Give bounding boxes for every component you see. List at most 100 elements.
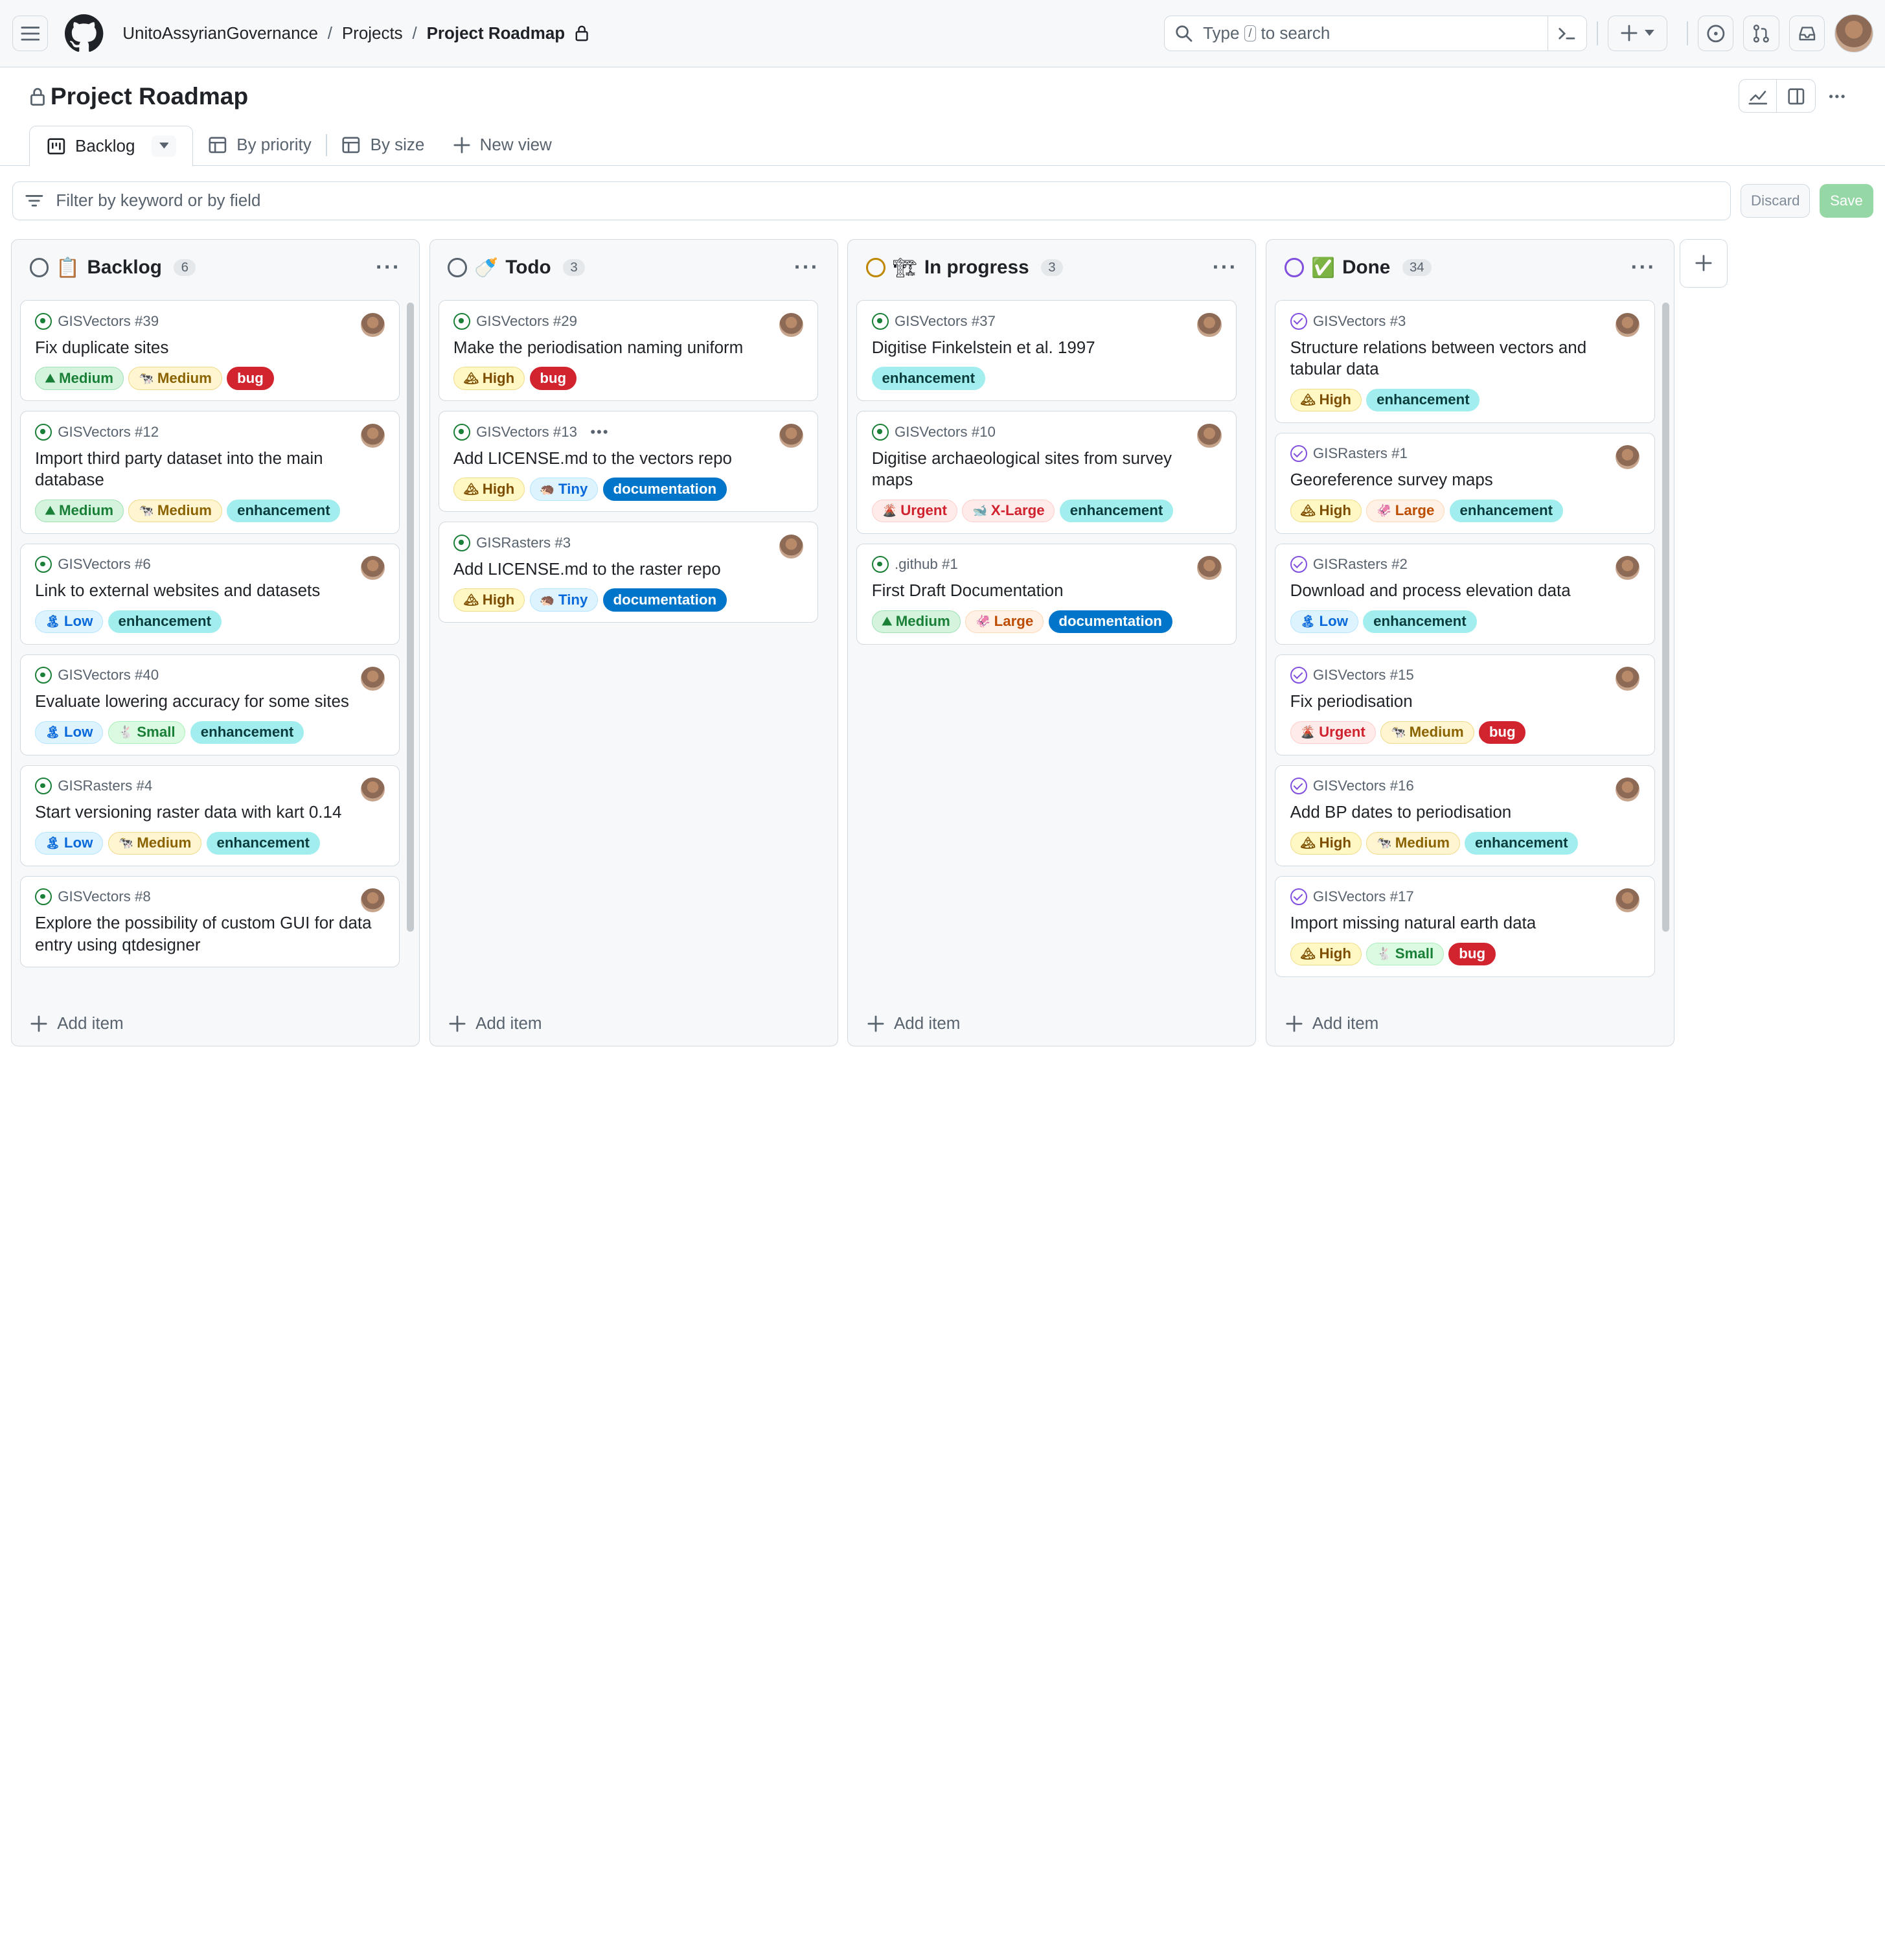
label-large[interactable]: 🦑 Large bbox=[965, 610, 1044, 633]
add-item-button[interactable]: Add item bbox=[30, 1013, 124, 1033]
breadcrumb-project[interactable]: Project Roadmap bbox=[427, 23, 566, 43]
label-medsize[interactable]: 🐄 Medium bbox=[1380, 721, 1474, 744]
inbox-button[interactable] bbox=[1788, 15, 1825, 52]
label-medsize[interactable]: 🐄 Medium bbox=[128, 367, 222, 390]
label-bug[interactable]: bug bbox=[529, 367, 577, 390]
issue-card[interactable]: GISVectors #37 Digitise Finkelstein et al… bbox=[856, 300, 1237, 402]
issues-button[interactable] bbox=[1697, 15, 1734, 52]
label-medsize[interactable]: 🐄 Medium bbox=[1366, 831, 1460, 855]
issue-card[interactable]: GISRasters #2 Download and process elevat… bbox=[1275, 543, 1655, 645]
label-high[interactable]: 🏔 High bbox=[453, 588, 525, 612]
card-title[interactable]: Import third party dataset into the main… bbox=[35, 448, 385, 491]
breadcrumb-org[interactable]: UnitoAssyrianGovernance bbox=[122, 23, 318, 43]
save-button[interactable]: Save bbox=[1820, 183, 1873, 218]
assignee-avatar[interactable] bbox=[779, 534, 803, 559]
label-high[interactable]: 🏔 High bbox=[1290, 831, 1362, 855]
assignee-avatar[interactable] bbox=[1197, 423, 1222, 448]
tab-by-size[interactable]: By size bbox=[327, 124, 439, 165]
column-scrollbar[interactable] bbox=[1662, 302, 1669, 932]
card-title[interactable]: Import missing natural earth data bbox=[1290, 912, 1640, 934]
assignee-avatar[interactable] bbox=[360, 423, 385, 448]
label-high[interactable]: 🏔 High bbox=[1290, 388, 1362, 411]
card-title[interactable]: Add LICENSE.md to the vectors repo bbox=[453, 448, 803, 469]
card-title[interactable]: Explore the possibility of custom GUI fo… bbox=[35, 912, 385, 956]
label-high[interactable]: 🏔 High bbox=[1290, 499, 1362, 522]
label-tiny[interactable]: 🦔 Tiny bbox=[529, 588, 599, 612]
label-medium[interactable]: ⛰ Medium bbox=[34, 367, 124, 390]
create-new-button[interactable] bbox=[1607, 15, 1668, 52]
card-title[interactable]: Fix duplicate sites bbox=[35, 337, 385, 358]
issue-card[interactable]: GISVectors #16 Add BP dates to periodisat… bbox=[1275, 765, 1655, 866]
issue-card[interactable]: .github #1 First Draft Documentation ⛰ Medi… bbox=[856, 543, 1237, 645]
assignee-avatar[interactable] bbox=[779, 312, 803, 337]
label-enh[interactable]: enhancement bbox=[108, 610, 222, 633]
tab-by-priority[interactable]: By priority bbox=[193, 124, 326, 165]
label-medium[interactable]: ⛰ Medium bbox=[34, 499, 124, 522]
assignee-avatar[interactable] bbox=[1616, 778, 1640, 802]
assignee-avatar[interactable] bbox=[1197, 556, 1222, 581]
issue-card[interactable]: GISVectors #29 Make the periodisation nam… bbox=[438, 300, 818, 402]
add-column-button[interactable] bbox=[1679, 239, 1728, 288]
add-item-button[interactable]: Add item bbox=[449, 1013, 542, 1033]
assignee-avatar[interactable] bbox=[779, 423, 803, 448]
column-more-icon[interactable]: ··· bbox=[376, 255, 401, 280]
card-title[interactable]: Start versioning raster data with kart 0… bbox=[35, 801, 385, 823]
label-bug[interactable]: bug bbox=[1448, 942, 1496, 965]
card-title[interactable]: Evaluate lowering accuracy for some site… bbox=[35, 691, 385, 712]
label-low[interactable]: 🏝 Low bbox=[34, 610, 104, 633]
project-more-button[interactable] bbox=[1818, 79, 1856, 113]
label-low[interactable]: 🏝 Low bbox=[34, 721, 104, 744]
column-more-icon[interactable]: ··· bbox=[1631, 255, 1656, 280]
pull-requests-button[interactable] bbox=[1743, 15, 1779, 52]
assignee-avatar[interactable] bbox=[360, 667, 385, 691]
label-high[interactable]: 🏔 High bbox=[1290, 942, 1362, 965]
assignee-avatar[interactable] bbox=[360, 312, 385, 337]
card-title[interactable]: Digitise Finkelstein et al. 1997 bbox=[872, 337, 1222, 358]
label-tiny[interactable]: 🦔 Tiny bbox=[529, 478, 599, 501]
label-doc[interactable]: documentation bbox=[602, 478, 727, 501]
label-enh[interactable]: enhancement bbox=[1363, 610, 1477, 633]
label-high[interactable]: 🏔 High bbox=[453, 478, 525, 501]
label-low[interactable]: 🏝 Low bbox=[34, 831, 104, 855]
breadcrumb-projects[interactable]: Projects bbox=[342, 23, 403, 43]
new-view-button[interactable]: New view bbox=[439, 124, 566, 165]
column-scrollbar[interactable] bbox=[407, 302, 415, 932]
label-small[interactable]: 🐇 Small bbox=[108, 721, 186, 744]
issue-card[interactable]: GISVectors #10 Digitise archaeological si… bbox=[856, 411, 1237, 534]
assignee-avatar[interactable] bbox=[360, 888, 385, 913]
label-urgent[interactable]: 🌋 Urgent bbox=[871, 499, 957, 522]
assignee-avatar[interactable] bbox=[1616, 312, 1640, 337]
label-doc[interactable]: documentation bbox=[1048, 610, 1172, 633]
issue-card[interactable]: GISVectors #17 Import missing natural ear… bbox=[1275, 875, 1655, 977]
card-title[interactable]: Georeference survey maps bbox=[1290, 469, 1640, 490]
assignee-avatar[interactable] bbox=[360, 778, 385, 802]
issue-card[interactable]: GISVectors #3 Structure relations between… bbox=[1275, 300, 1655, 423]
assignee-avatar[interactable] bbox=[1616, 556, 1640, 581]
insights-button[interactable] bbox=[1738, 79, 1777, 113]
label-enh[interactable]: enhancement bbox=[871, 367, 985, 390]
issue-card[interactable]: GISVectors #6 Link to external websites a… bbox=[19, 543, 400, 645]
command-palette-button[interactable] bbox=[1547, 15, 1577, 52]
issue-card[interactable]: GISRasters #1 Georeference survey maps 🏔 Hi… bbox=[1275, 432, 1655, 534]
label-enh[interactable]: enhancement bbox=[1059, 499, 1174, 522]
issue-card[interactable]: GISVectors #8 Explore the possibility of … bbox=[19, 875, 400, 967]
search-input[interactable]: Type / to search bbox=[1163, 15, 1588, 52]
label-enh[interactable]: enhancement bbox=[206, 831, 320, 855]
filter-input[interactable]: Filter by keyword or by field bbox=[12, 181, 1731, 220]
label-large[interactable]: 🦑 Large bbox=[1366, 499, 1445, 522]
label-enh[interactable]: enhancement bbox=[227, 499, 341, 522]
card-title[interactable]: Fix periodisation bbox=[1290, 691, 1640, 712]
discard-button[interactable]: Discard bbox=[1741, 183, 1811, 218]
card-title[interactable]: Download and process elevation data bbox=[1290, 580, 1640, 601]
issue-card[interactable]: GISRasters #3 Add LICENSE.md to the raste… bbox=[438, 522, 818, 623]
issue-card[interactable]: GISVectors #13 ••• Add LICENSE.md to the v… bbox=[438, 411, 818, 513]
label-small[interactable]: 🐇 Small bbox=[1366, 942, 1445, 965]
card-title[interactable]: Make the periodisation naming uniform bbox=[453, 337, 803, 358]
card-title[interactable]: Digitise archaeological sites from surve… bbox=[872, 448, 1222, 491]
assignee-avatar[interactable] bbox=[1197, 312, 1222, 337]
label-high[interactable]: 🏔 High bbox=[453, 367, 525, 390]
label-bug[interactable]: bug bbox=[227, 367, 274, 390]
side-panel-button[interactable] bbox=[1777, 79, 1816, 113]
card-title[interactable]: Link to external websites and datasets bbox=[35, 580, 385, 601]
issue-card[interactable]: GISRasters #4 Start versioning raster dat… bbox=[19, 765, 400, 866]
